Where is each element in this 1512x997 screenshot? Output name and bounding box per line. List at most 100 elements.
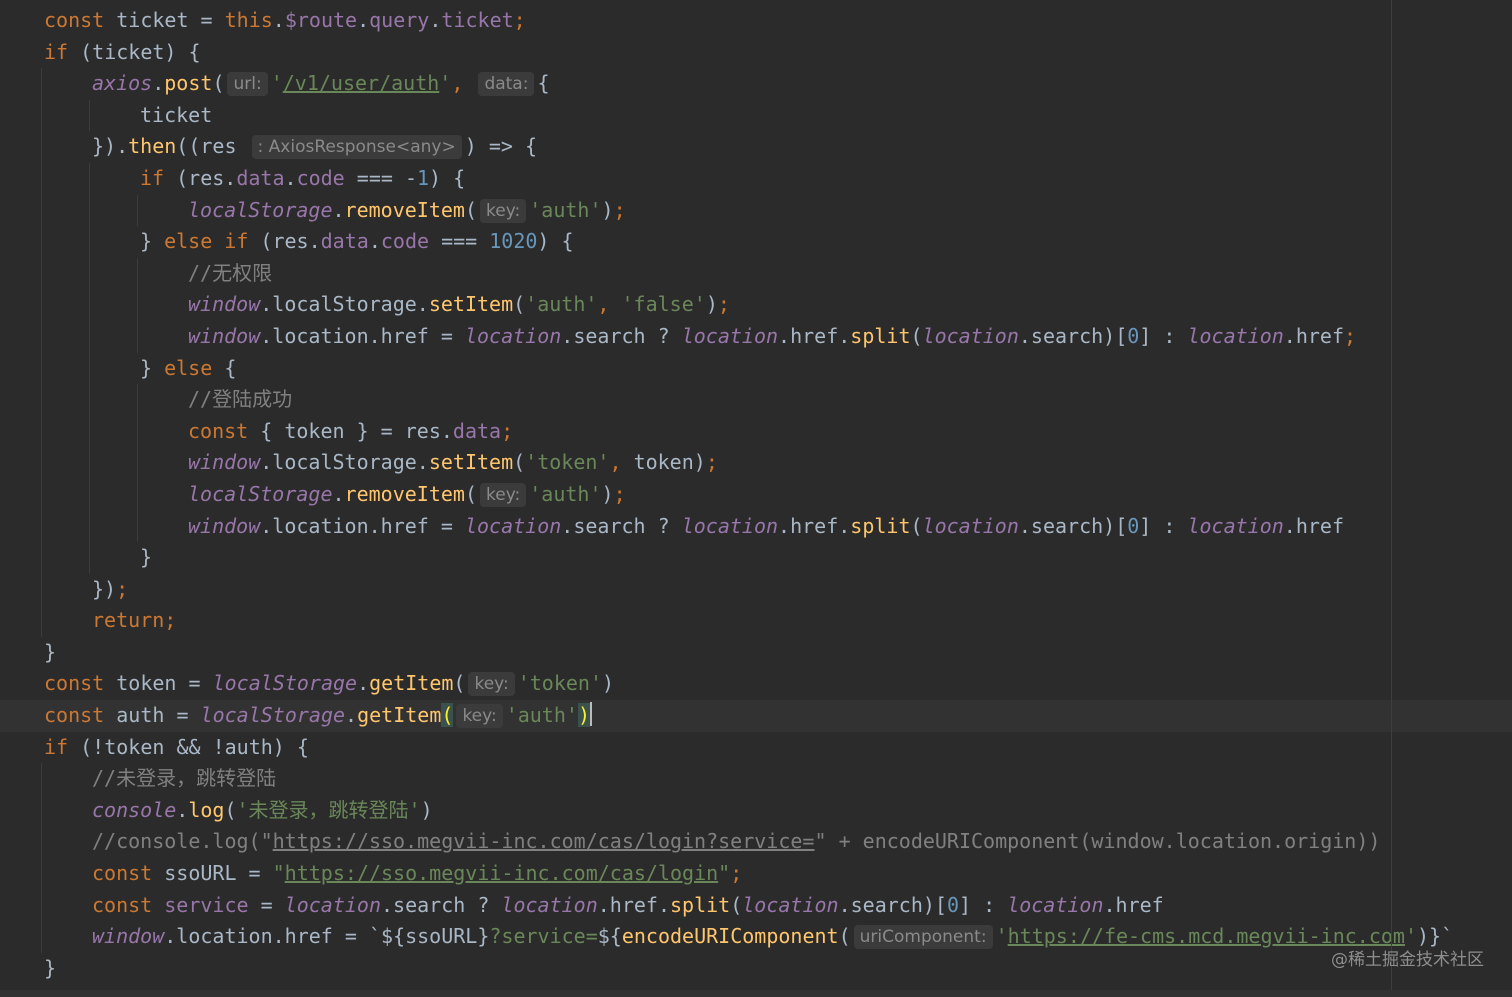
code-token: .localStorage. (260, 450, 429, 475)
code-token: data (236, 165, 285, 190)
code-line[interactable]: //未登录，跳转登陆 (0, 763, 1512, 795)
code-line[interactable]: window.location.href = `${ssoURL}?servic… (0, 921, 1512, 953)
code-token: code (380, 229, 430, 254)
code-line[interactable]: window.location.href = location.search ?… (0, 321, 1512, 353)
code-token: $route (284, 8, 358, 32)
code-token: localStorage (188, 197, 333, 222)
code-line[interactable]: console.log('未登录，跳转登陆') (0, 795, 1512, 827)
code-line[interactable]: axios.post(url: '/v1/user/auth', data:{ (0, 68, 1512, 100)
code-token: getItem (357, 703, 442, 728)
code-editor[interactable]: const ticket = this.$route.query.ticket;… (0, 0, 1512, 997)
code-token: { (537, 71, 550, 96)
code-line[interactable]: }); (0, 574, 1512, 606)
code-line[interactable]: const auth = localStorage.getItem(key:'a… (0, 700, 1512, 732)
code-line[interactable]: } (0, 542, 1512, 574)
code-token: ticket (441, 8, 514, 32)
code-line[interactable]: window.localStorage.setItem('token', tok… (0, 447, 1512, 479)
code-token: ) (577, 703, 590, 728)
code-token: ( (910, 323, 923, 348)
code-token: const (44, 671, 117, 696)
code-token: (res. (176, 165, 237, 190)
code-token: 'auth' (529, 481, 602, 506)
code-line[interactable]: if (!token && !auth) { (0, 732, 1512, 764)
code-line[interactable]: //登陆成功 (0, 384, 1512, 416)
code-token: axios (92, 71, 153, 96)
code-token: ) => { (464, 134, 537, 159)
code-token: window (188, 323, 261, 348)
code-line[interactable]: //无权限 (0, 258, 1512, 290)
code-line[interactable]: if (ticket) { (0, 37, 1512, 69)
code-token: . (176, 797, 189, 822)
code-token: window (188, 292, 261, 317)
code-line[interactable]: if (res.data.code === -1) { (0, 163, 1512, 195)
code-token: { (224, 355, 237, 380)
code-line[interactable]: } else if (res.data.code === 1020) { (0, 226, 1512, 258)
code-token: .search)[ (1018, 323, 1128, 348)
code-token: .href (1283, 513, 1345, 538)
code-token: location (1007, 892, 1104, 917)
code-line[interactable]: //console.log("https://sso.megvii-inc.co… (0, 826, 1512, 858)
code-line[interactable]: } (0, 637, 1512, 669)
code-line[interactable]: const service = location.search ? locati… (0, 890, 1512, 922)
text-caret (589, 702, 592, 727)
code-token: if (44, 734, 81, 759)
code-token: ) (602, 671, 615, 696)
code-token: .search)[ (838, 892, 947, 917)
code-token: ) (705, 292, 718, 317)
code-token: //登陆成功 (188, 387, 293, 412)
code-token: localStorage (188, 481, 333, 506)
code-token: ssoURL = (164, 861, 273, 886)
code-line[interactable]: localStorage.removeItem(key:'auth'); (0, 479, 1512, 511)
code-token: ; (116, 576, 129, 601)
code-token: .href. (778, 513, 851, 538)
code-token: encodeURIComponent (621, 924, 839, 949)
code-line[interactable]: const ticket = this.$route.query.ticket; (0, 5, 1512, 37)
code-token: if (140, 165, 177, 190)
code-line[interactable]: window.location.href = location.search ?… (0, 511, 1512, 543)
code-token: ticket (140, 102, 213, 127)
code-token: 'auth' (529, 197, 602, 222)
code-token: ( (464, 481, 478, 506)
code-token: ticket = (116, 8, 225, 32)
code-token: data (452, 418, 502, 443)
bottom-strip (0, 990, 1512, 997)
code-area[interactable]: const ticket = this.$route.query.ticket;… (0, 5, 1512, 984)
code-token: location (922, 323, 1019, 348)
code-token: log (188, 797, 225, 822)
code-token: location (284, 892, 381, 917)
code-token: data (320, 229, 369, 254)
code-token: location (1187, 323, 1284, 348)
code-token: ( (224, 797, 237, 822)
code-token: .href. (597, 892, 670, 917)
code-line[interactable]: const { token } = res.data; (0, 416, 1512, 448)
code-token: } (44, 955, 57, 980)
code-token: . (284, 165, 297, 190)
code-token: ; (730, 861, 743, 886)
code-token: else if (164, 229, 261, 254)
code-token: .location.href = (164, 924, 369, 949)
code-line[interactable]: const ssoURL = "https://sso.megvii-inc.c… (0, 858, 1512, 890)
code-line[interactable]: window.localStorage.setItem('auth', 'fal… (0, 289, 1512, 321)
code-line[interactable]: ticket (0, 100, 1512, 132)
code-line[interactable]: } else { (0, 353, 1512, 385)
code-line[interactable]: const token = localStorage.getItem(key: '… (0, 668, 1512, 700)
code-token: window (188, 513, 261, 538)
parameter-hint: url: (227, 72, 268, 97)
code-token: ( (910, 513, 923, 538)
code-token: setItem (428, 292, 514, 317)
code-line[interactable]: return; (0, 605, 1512, 637)
code-token: 1 (416, 165, 430, 190)
code-token: ' (270, 71, 283, 96)
code-token: const (44, 703, 117, 728)
code-token: 'false' (621, 292, 706, 317)
code-token: ] : (1139, 323, 1188, 348)
code-token: { token } = res. (260, 418, 453, 443)
code-line[interactable]: }).then((res : AxiosResponse<any>) => { (0, 131, 1512, 163)
parameter-hint: key: (480, 198, 527, 223)
code-token: " + encodeURIComponent(window.location.o… (814, 829, 1381, 854)
code-token: .localStorage. (260, 292, 429, 317)
code-line[interactable]: localStorage.removeItem(key:'auth'); (0, 195, 1512, 227)
code-token: === (429, 229, 490, 254)
code-token: then (128, 134, 177, 159)
code-line[interactable]: } (0, 953, 1512, 985)
